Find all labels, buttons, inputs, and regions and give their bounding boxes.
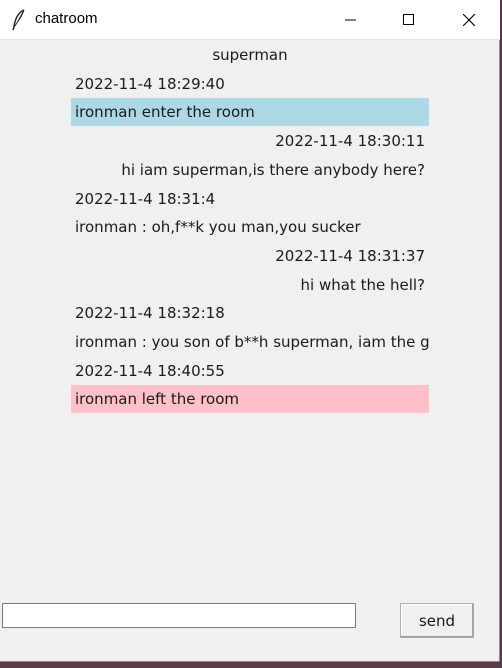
send-button[interactable]: send: [400, 603, 474, 638]
maximize-icon[interactable]: [386, 0, 432, 40]
chatroom-window: chatroom superman 2022-11-4 18:29:40 ironm…: [0, 0, 500, 662]
chat-line: hi what the hell?: [300, 276, 425, 294]
enter-notice: ironman enter the room: [71, 98, 429, 126]
chat-line: superman: [212, 46, 288, 64]
close-icon[interactable]: [446, 0, 492, 40]
minimize-icon[interactable]: [328, 0, 374, 40]
chat-line: 2022-11-4 18:30:11: [275, 132, 425, 150]
chat-line: hi iam superman,is there anybody here?: [121, 161, 425, 179]
title-bar[interactable]: chatroom: [0, 0, 500, 40]
message-input[interactable]: [2, 603, 356, 628]
chat-line: 2022-11-4 18:31:37: [275, 247, 425, 265]
chat-line: ironman : oh,f**k you man,you sucker: [75, 218, 361, 236]
chat-message-list[interactable]: superman 2022-11-4 18:29:40 ironman enter …: [0, 40, 500, 590]
chat-line: 2022-11-4 18:32:18: [75, 304, 225, 322]
leave-notice: ironman left the room: [71, 385, 429, 413]
feather-icon: [10, 9, 28, 31]
chat-line: 2022-11-4 18:40:55: [75, 362, 225, 380]
chat-line: 2022-11-4 18:29:40: [75, 75, 225, 93]
chat-line: 2022-11-4 18:31:4: [75, 190, 216, 208]
chat-line: ironman : you son of b**h superman, iam …: [75, 333, 429, 351]
window-title: chatroom: [35, 10, 98, 27]
